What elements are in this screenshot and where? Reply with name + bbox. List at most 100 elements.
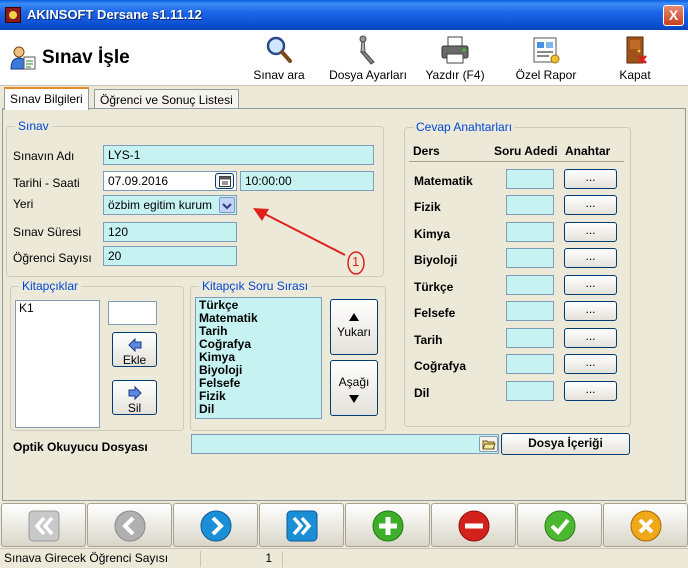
question-count-field[interactable] xyxy=(506,248,554,268)
place-dropdown-button[interactable] xyxy=(219,197,235,213)
toolbar-label: Özel Rapor xyxy=(515,68,577,82)
last-record-button[interactable] xyxy=(259,503,344,547)
window-title-bar: AKINSOFT Dersane s1.11.12 X xyxy=(0,0,688,30)
question-count-field[interactable] xyxy=(506,195,554,215)
booklets-list[interactable]: K1 xyxy=(15,300,100,428)
answer-key-button[interactable]: ... xyxy=(564,275,617,295)
exam-group-legend: Sınav xyxy=(15,119,52,133)
subject-column-header: Ders xyxy=(413,144,440,158)
subject-label: Biyoloji xyxy=(414,253,458,267)
question-count-field[interactable] xyxy=(506,381,554,401)
booklets-group: Kitapçıklar K1 Ekle Sil xyxy=(10,279,184,431)
answer-keys-legend: Cevap Anahtarları xyxy=(413,120,516,134)
move-down-button[interactable]: Aşağı xyxy=(330,360,378,416)
answer-key-button[interactable]: ... xyxy=(564,169,617,189)
optic-file-field[interactable] xyxy=(191,434,499,454)
exam-name-label: Sınavın Adı xyxy=(13,149,75,163)
answer-key-button[interactable]: ... xyxy=(564,195,617,215)
move-up-label: Yukarı xyxy=(336,325,372,339)
toolbar-label: Kapat xyxy=(619,68,651,82)
save-record-button[interactable] xyxy=(517,503,602,547)
answer-key-button[interactable]: ... xyxy=(564,222,617,242)
answer-key-button[interactable]: ... xyxy=(564,328,617,348)
question-count-field[interactable] xyxy=(506,275,554,295)
file-content-button[interactable]: Dosya İçeriği xyxy=(501,433,630,455)
student-count-field[interactable]: 20 xyxy=(103,246,237,266)
optic-file-label: Optik Okuyucu Dosyası xyxy=(13,440,148,454)
add-record-button[interactable] xyxy=(345,503,430,547)
first-record-button[interactable] xyxy=(1,503,86,547)
custom-report-button[interactable]: Özel Rapor xyxy=(506,34,586,84)
triangle-up-icon xyxy=(349,313,359,321)
move-down-label: Aşağı xyxy=(338,375,370,389)
booklet-input[interactable] xyxy=(108,301,157,325)
chevron-right-icon xyxy=(200,510,232,542)
answer-key-button[interactable]: ... xyxy=(564,381,617,401)
plus-icon xyxy=(372,510,404,542)
subject-label: Kimya xyxy=(414,227,451,241)
tab-exam-info[interactable]: Sınav Bilgileri xyxy=(4,87,89,110)
toolbar-label: Dosya Ayarları xyxy=(329,68,407,82)
arrow-left-icon xyxy=(127,337,141,353)
page-title: Sınav İşle xyxy=(42,47,130,68)
header-divider xyxy=(409,161,624,162)
window-close-button[interactable]: X xyxy=(663,5,684,26)
report-icon xyxy=(533,37,560,64)
close-form-button[interactable]: Kapat xyxy=(608,34,662,84)
checkmark-icon xyxy=(544,510,576,542)
exam-duration-field[interactable]: 120 xyxy=(103,222,237,242)
annotation-number: 1 xyxy=(352,254,360,269)
subject-label: Matematik xyxy=(414,174,473,188)
question-order-list[interactable]: Türkçe Matematik Tarih Coğrafya Kimya Bi… xyxy=(195,297,322,419)
prev-record-button[interactable] xyxy=(87,503,172,547)
browse-file-button[interactable] xyxy=(479,436,498,452)
question-count-field[interactable] xyxy=(506,222,554,242)
question-order-legend: Kitapçık Soru Sırası xyxy=(199,279,312,293)
chevron-down-icon xyxy=(222,203,232,210)
door-exit-icon xyxy=(626,36,647,64)
list-item[interactable]: K1 xyxy=(19,302,96,315)
tab-student-results[interactable]: Öğrenci ve Sonuç Listesi xyxy=(94,89,239,109)
delete-record-button[interactable] xyxy=(431,503,516,547)
x-icon xyxy=(630,510,662,542)
print-button[interactable]: Yazdır (F4) xyxy=(420,34,490,84)
next-record-button[interactable] xyxy=(173,503,258,547)
exam-duration-label: Sınav Süresi xyxy=(13,225,82,239)
add-booklet-button[interactable]: Ekle xyxy=(112,332,157,367)
question-count-column-header: Soru Adedi xyxy=(494,144,558,158)
search-exam-button[interactable]: Sınav ara xyxy=(246,34,312,84)
answer-key-button[interactable]: ... xyxy=(564,248,617,268)
subject-label: Türkçe xyxy=(414,280,454,294)
minus-icon xyxy=(458,510,490,542)
question-count-field[interactable] xyxy=(506,169,554,189)
remove-booklet-button[interactable]: Sil xyxy=(112,380,157,415)
answer-key-button[interactable]: ... xyxy=(564,354,617,374)
status-label: Sınava Girecek Öğrenci Sayısı xyxy=(4,551,169,565)
exam-place-select[interactable]: özbim egitim kurum xyxy=(103,195,237,215)
wrench-icon xyxy=(359,35,375,65)
question-count-field[interactable] xyxy=(506,354,554,374)
move-up-button[interactable]: Yukarı xyxy=(330,299,378,355)
list-item[interactable]: Dil xyxy=(199,403,318,416)
exam-place-value: özbim egitim kurum xyxy=(108,198,213,212)
status-value: 1 xyxy=(200,551,280,567)
status-bar: Sınava Girecek Öğrenci Sayısı 1 xyxy=(0,548,688,568)
exam-time-field[interactable]: 10:00:00 xyxy=(240,171,374,191)
file-settings-button[interactable]: Dosya Ayarları xyxy=(322,34,414,84)
app-logo-icon xyxy=(5,7,21,23)
toolbar-label: Sınav ara xyxy=(253,68,305,82)
student-count-label: Öğrenci Sayısı xyxy=(13,251,92,265)
window-title: AKINSOFT Dersane s1.11.12 xyxy=(27,7,202,22)
remove-booklet-label: Sil xyxy=(127,401,142,415)
question-order-group: Kitapçık Soru Sırası Türkçe Matematik Ta… xyxy=(190,279,386,431)
question-count-field[interactable] xyxy=(506,301,554,321)
status-spacer xyxy=(282,551,688,567)
answer-key-button[interactable]: ... xyxy=(564,301,617,321)
list-item[interactable]: Fizik xyxy=(199,390,318,403)
triangle-down-icon xyxy=(349,395,359,403)
question-count-field[interactable] xyxy=(506,328,554,348)
cancel-record-button[interactable] xyxy=(603,503,688,547)
exam-name-field[interactable]: LYS-1 xyxy=(103,145,374,165)
calendar-button[interactable] xyxy=(215,173,234,189)
calendar-icon xyxy=(218,176,231,187)
